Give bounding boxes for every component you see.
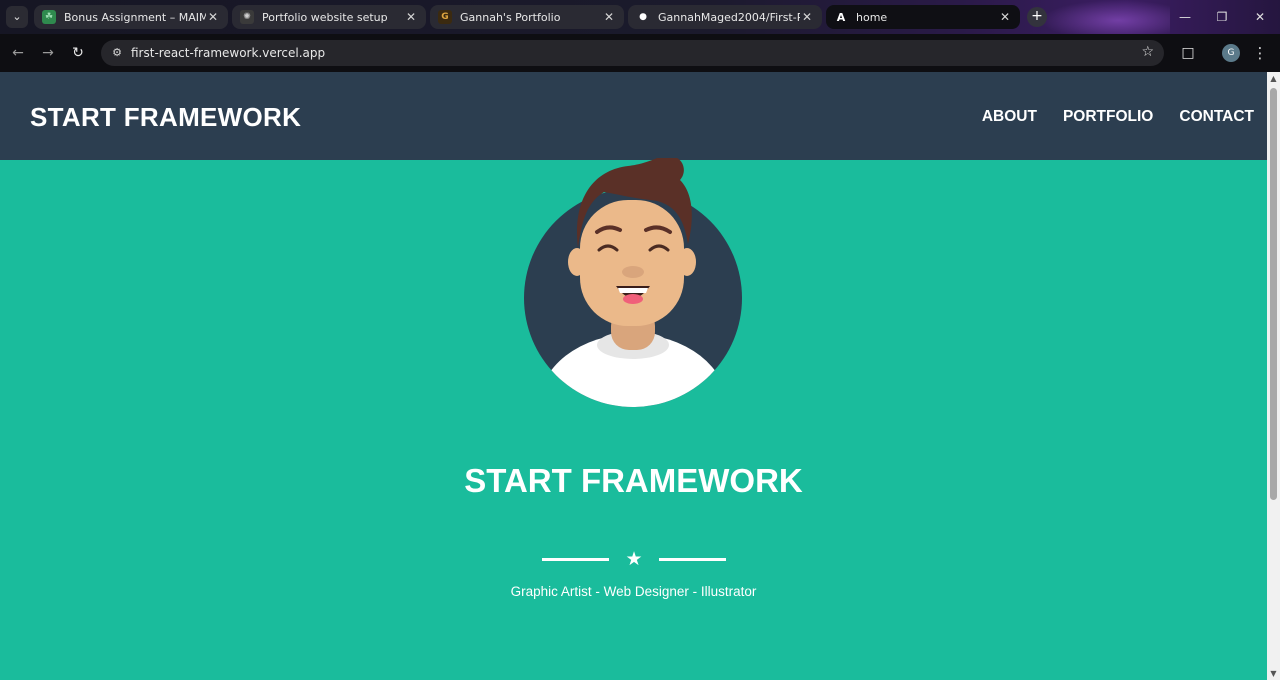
green-leaf-icon: ☘ xyxy=(42,10,56,24)
profile-avatar[interactable]: G xyxy=(1222,44,1240,62)
new-tab-plus-icon[interactable]: + xyxy=(1027,7,1047,27)
scrollbar-thumb[interactable] xyxy=(1270,88,1277,500)
site-brand[interactable]: START FRAMEWORK xyxy=(30,102,301,133)
webpage: START FRAMEWORK ABOUT PORTFOLIO CONTACT xyxy=(0,72,1267,680)
tab-title: home xyxy=(856,10,888,24)
close-icon[interactable]: ✕ xyxy=(998,10,1012,24)
avatar-svg xyxy=(524,155,742,407)
theme-background xyxy=(1040,0,1170,34)
nav-link-about[interactable]: ABOUT xyxy=(982,108,1037,126)
nav-links: ABOUT PORTFOLIO CONTACT xyxy=(982,108,1254,126)
tab-title: Portfolio website setup xyxy=(262,10,388,24)
angular-icon: A xyxy=(836,10,846,24)
avatar-tongue xyxy=(623,294,643,304)
divider-line-right xyxy=(659,558,726,561)
tab-gannah-portfolio[interactable]: G Gannah's Portfolio ✕ xyxy=(430,5,624,29)
forward-arrow-icon[interactable]: → xyxy=(38,43,58,63)
star-divider: ★ xyxy=(542,548,726,570)
github-icon: ● xyxy=(636,10,650,24)
reload-icon[interactable]: ↻ xyxy=(68,43,88,63)
close-icon[interactable]: ✕ xyxy=(404,10,418,24)
hero-title: START FRAMEWORK xyxy=(464,462,803,499)
g-letter-icon: G xyxy=(438,10,452,24)
tab-bonus-assignment[interactable]: ☘ Bonus Assignment – MAIM Trai ✕ xyxy=(34,5,228,29)
tab-title: Gannah's Portfolio xyxy=(460,10,561,24)
browser-menu-icon[interactable]: ⋮ xyxy=(1252,43,1268,63)
star-icon: ★ xyxy=(625,548,643,570)
nav-link-portfolio[interactable]: PORTFOLIO xyxy=(1063,108,1153,126)
browser-toolbar: ← → ↻ ⚙ first-react-framework.vercel.app… xyxy=(0,34,1280,72)
divider-line-left xyxy=(542,558,609,561)
site-settings-icon[interactable]: ⚙ xyxy=(109,45,125,61)
tab-github-repo[interactable]: ● GannahMaged2004/First-React ✕ xyxy=(628,5,822,29)
page-scrollbar[interactable]: ▲ ▼ xyxy=(1267,72,1280,680)
avatar-nose xyxy=(622,266,644,278)
avatar-teeth xyxy=(618,288,648,293)
scroll-up-arrow-icon[interactable]: ▲ xyxy=(1267,72,1280,85)
tab-home[interactable]: A home ✕ xyxy=(826,5,1020,29)
close-icon[interactable]: ✕ xyxy=(206,10,220,24)
hero-subtitle: Graphic Artist - Web Designer - Illustra… xyxy=(510,584,757,599)
close-window-icon[interactable]: ✕ xyxy=(1250,7,1270,27)
restore-icon[interactable]: ❐ xyxy=(1212,7,1232,27)
extensions-puzzle-icon[interactable]: □ xyxy=(1178,43,1198,63)
scroll-down-arrow-icon[interactable]: ▼ xyxy=(1267,667,1280,680)
tab-title: Bonus Assignment – MAIM Trai xyxy=(64,10,206,24)
close-icon[interactable]: ✕ xyxy=(800,10,814,24)
site-navbar: START FRAMEWORK ABOUT PORTFOLIO CONTACT xyxy=(0,72,1267,160)
close-icon[interactable]: ✕ xyxy=(602,10,616,24)
browser-tab-strip: ⌄ ☘ Bonus Assignment – MAIM Trai ✕ ✺ Por… xyxy=(0,0,1280,34)
tab-search-chevron-icon[interactable]: ⌄ xyxy=(6,6,28,28)
minimize-icon[interactable]: — xyxy=(1175,7,1195,27)
tab-portfolio-setup[interactable]: ✺ Portfolio website setup ✕ xyxy=(232,5,426,29)
url-text[interactable]: first-react-framework.vercel.app xyxy=(131,46,325,60)
avatar-face xyxy=(580,200,684,326)
bookmark-star-icon[interactable]: ☆ xyxy=(1141,44,1154,60)
tab-title: GannahMaged2004/First-React xyxy=(658,10,800,24)
address-bar[interactable]: ⚙ first-react-framework.vercel.app ☆ xyxy=(101,40,1164,66)
back-arrow-icon[interactable]: ← xyxy=(8,43,28,63)
avatar-illustration xyxy=(524,155,744,410)
nav-link-contact[interactable]: CONTACT xyxy=(1179,108,1254,126)
openai-icon: ✺ xyxy=(240,10,254,24)
